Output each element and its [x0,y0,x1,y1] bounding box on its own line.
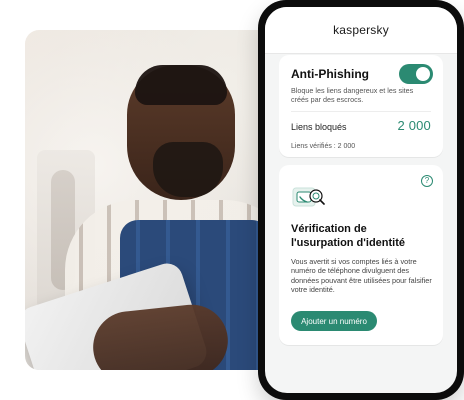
anti-phishing-card: Anti-Phishing Bloque les liens dangereux… [279,55,443,157]
help-circle-icon[interactable]: ? [421,175,433,187]
identity-description: Vous avertit si vos comptes liés à votre… [291,257,432,294]
add-number-button[interactable]: Ajouter un numéro [291,311,377,331]
blocked-links-row: Liens bloqués 2 000 [291,118,431,142]
photo-person-beard [153,142,223,197]
blocked-links-value: 2 000 [397,118,431,133]
anti-phishing-toggle[interactable] [399,64,433,84]
toggle-knob [416,67,430,81]
identity-title: Vérification de l'usurpation d'identité [291,223,406,249]
phone-frame: kaspersky Anti-Phishing Bloque les liens… [258,0,464,400]
phone-search-icon [292,187,325,207]
hero-photo [25,30,290,370]
identity-card: ? Vérification de l'usurpation d'identit… [279,165,443,345]
app-brand: kaspersky [333,23,389,37]
anti-phishing-title: Anti-Phishing [291,67,369,81]
card-divider [291,111,431,112]
blocked-links-label: Liens bloqués [291,122,347,132]
app-header: kaspersky [265,7,457,54]
phone-screen: kaspersky Anti-Phishing Bloque les liens… [265,7,457,393]
anti-phishing-description: Bloque les liens dangereux et les sites … [291,86,414,104]
verified-links-text: Liens vérifiés : 2 000 [291,143,356,150]
photo-person-hair [135,65,227,105]
